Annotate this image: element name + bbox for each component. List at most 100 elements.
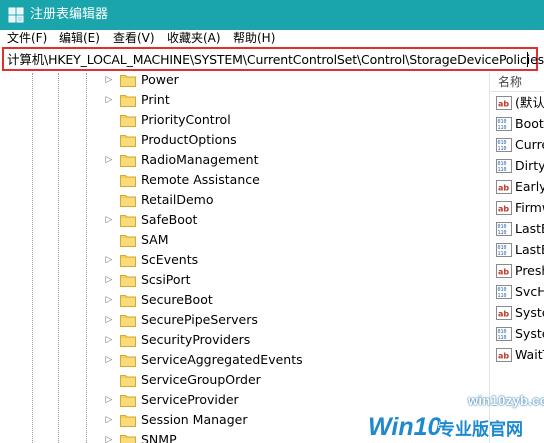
binary-value-icon: 010110 (496, 138, 512, 152)
string-value-icon: ab (496, 348, 512, 362)
watermark-url: win10zyb.com (468, 393, 544, 408)
expand-arrow-icon[interactable]: ▷ (104, 255, 114, 265)
tree-item[interactable]: ▷ ScsiPort (104, 270, 484, 290)
key-tree-pane[interactable]: ▷ Power ▷ Print PriorityControl ProductO… (0, 73, 489, 443)
value-row[interactable]: 010 110 SvcH (496, 282, 544, 303)
svg-text:110: 110 (498, 335, 507, 341)
value-row[interactable]: ab (默认) (496, 93, 544, 114)
svg-text:ab: ab (498, 310, 509, 319)
tree-item[interactable]: ▷ SecureBoot (104, 290, 484, 310)
tree-item-label: ServiceProvider (141, 392, 239, 407)
tree-item-label: SAM (141, 232, 169, 247)
address-bar[interactable]: 计算机\HKEY_LOCAL_MACHINE\SYSTEM\CurrentCon… (2, 47, 544, 71)
expand-arrow-icon[interactable]: ▷ (104, 415, 114, 425)
text-caret (527, 52, 528, 67)
expand-arrow-icon[interactable]: ▷ (104, 155, 114, 165)
value-row[interactable]: 010110 DirtyS (496, 156, 544, 177)
title-bar[interactable]: 注册表编辑器 (0, 0, 544, 30)
value-row[interactable]: ab Syste (496, 303, 544, 324)
column-header-label: 名称 (498, 75, 523, 89)
tree-item[interactable]: ▷ Power (104, 73, 484, 90)
tree-item[interactable]: Remote Assistance (104, 170, 484, 190)
tree-item[interactable]: SAM (104, 230, 484, 250)
tree-item[interactable]: PriorityControl (104, 110, 484, 130)
tree-item-label: ServiceAggregatedEvents (141, 352, 303, 367)
tree-item[interactable]: RetailDemo (104, 190, 484, 210)
value-name: LastB (515, 242, 544, 257)
tree-item[interactable]: ▷ Print (104, 90, 484, 110)
value-name: Boot (515, 116, 544, 131)
window-title: 注册表编辑器 (30, 7, 109, 22)
value-name: (默认) (515, 95, 544, 110)
folder-icon (120, 95, 136, 107)
address-path[interactable]: 计算机\HKEY_LOCAL_MACHINE\SYSTEM\CurrentCon… (7, 52, 544, 67)
folder-icon (120, 195, 136, 207)
folder-icon (120, 335, 136, 347)
expand-arrow-icon[interactable]: ▷ (104, 295, 114, 305)
svg-text:ab: ab (498, 184, 509, 193)
tree-item[interactable]: ▷ RadioManagement (104, 150, 484, 170)
tree-item-label: ServiceGroupOrder (141, 372, 261, 387)
expand-arrow-icon[interactable]: ▷ (104, 95, 114, 105)
svg-text:110: 110 (498, 146, 507, 152)
column-header-name[interactable]: 名称 (490, 73, 544, 92)
tree-item[interactable]: ▷ SafeBoot (104, 210, 484, 230)
tree-item[interactable]: ▷ ScEvents (104, 250, 484, 270)
value-row[interactable]: ab Firmw (496, 198, 544, 219)
menu-view[interactable]: 查看(V) (113, 31, 155, 45)
value-row[interactable]: 010110 LastB (496, 240, 544, 261)
menu-file[interactable]: 文件(F) (7, 31, 47, 45)
value-row[interactable]: ab Early (496, 177, 544, 198)
tree-item[interactable]: ▷ SecurePipeServers (104, 310, 484, 330)
value-name: DirtyS (515, 158, 544, 173)
tree-item[interactable]: ▷ SecurityProviders (104, 330, 484, 350)
svg-text:110: 110 (498, 230, 507, 236)
value-row[interactable]: 010 110 Boot (496, 114, 544, 135)
expand-arrow-icon[interactable]: ▷ (104, 395, 114, 405)
tree-item-label: ScsiPort (141, 272, 191, 287)
svg-text:ab: ab (498, 268, 509, 277)
value-row[interactable]: ab WaitT (496, 345, 544, 366)
expand-arrow-icon[interactable]: ▷ (104, 355, 114, 365)
tree-item[interactable]: ServiceGroupOrder (104, 370, 484, 390)
menu-favorites[interactable]: 收藏夹(A) (167, 31, 221, 45)
tree-guide-line (58, 73, 59, 443)
folder-icon (120, 115, 136, 127)
expand-arrow-icon[interactable]: ▷ (104, 335, 114, 345)
expand-arrow-icon[interactable]: ▷ (104, 435, 114, 443)
tree-item[interactable]: ProductOptions (104, 130, 484, 150)
menu-edit[interactable]: 编辑(E) (59, 31, 100, 45)
folder-icon (120, 435, 136, 443)
folder-icon (120, 295, 136, 307)
value-name: Syste (515, 326, 544, 341)
expand-arrow-icon[interactable]: ▷ (104, 215, 114, 225)
folder-icon (120, 315, 136, 327)
value-row[interactable]: 010110 Curre (496, 135, 544, 156)
folder-icon (120, 275, 136, 287)
value-row[interactable]: ab Presh (496, 261, 544, 282)
menu-bar: 文件(F) 编辑(E) 查看(V) 收藏夹(A) 帮助(H) (0, 30, 544, 46)
svg-text:Win10: Win10 (368, 413, 441, 441)
menu-help[interactable]: 帮助(H) (233, 31, 275, 45)
folder-icon (120, 235, 136, 247)
binary-value-icon: 010110 (496, 243, 512, 257)
value-row[interactable]: 010110 Syste (496, 324, 544, 345)
expand-arrow-icon[interactable]: ▷ (104, 315, 114, 325)
folder-icon (120, 355, 136, 367)
value-name: Firmw (515, 200, 544, 215)
tree-item[interactable]: ▷ ServiceAggregatedEvents (104, 350, 484, 370)
svg-text:110: 110 (498, 251, 507, 257)
tree-item-label: RadioManagement (141, 152, 259, 167)
svg-text:专业版官网: 专业版官网 (438, 419, 523, 440)
value-row[interactable]: 010110 LastB (496, 219, 544, 240)
expand-arrow-icon[interactable]: ▷ (104, 275, 114, 285)
binary-value-icon: 010110 (496, 117, 512, 131)
tree-guide-line (32, 73, 33, 443)
tree-guide-line (86, 73, 87, 443)
expand-arrow-icon[interactable]: ▷ (104, 75, 114, 85)
folder-icon (120, 415, 136, 427)
values-pane[interactable]: 名称 ab (默认) 010110 Boot 010110 Curre 0101… (490, 73, 544, 443)
string-value-icon: ab (496, 306, 512, 320)
folder-icon (120, 75, 136, 87)
tree-item-label: SecurePipeServers (141, 312, 258, 327)
